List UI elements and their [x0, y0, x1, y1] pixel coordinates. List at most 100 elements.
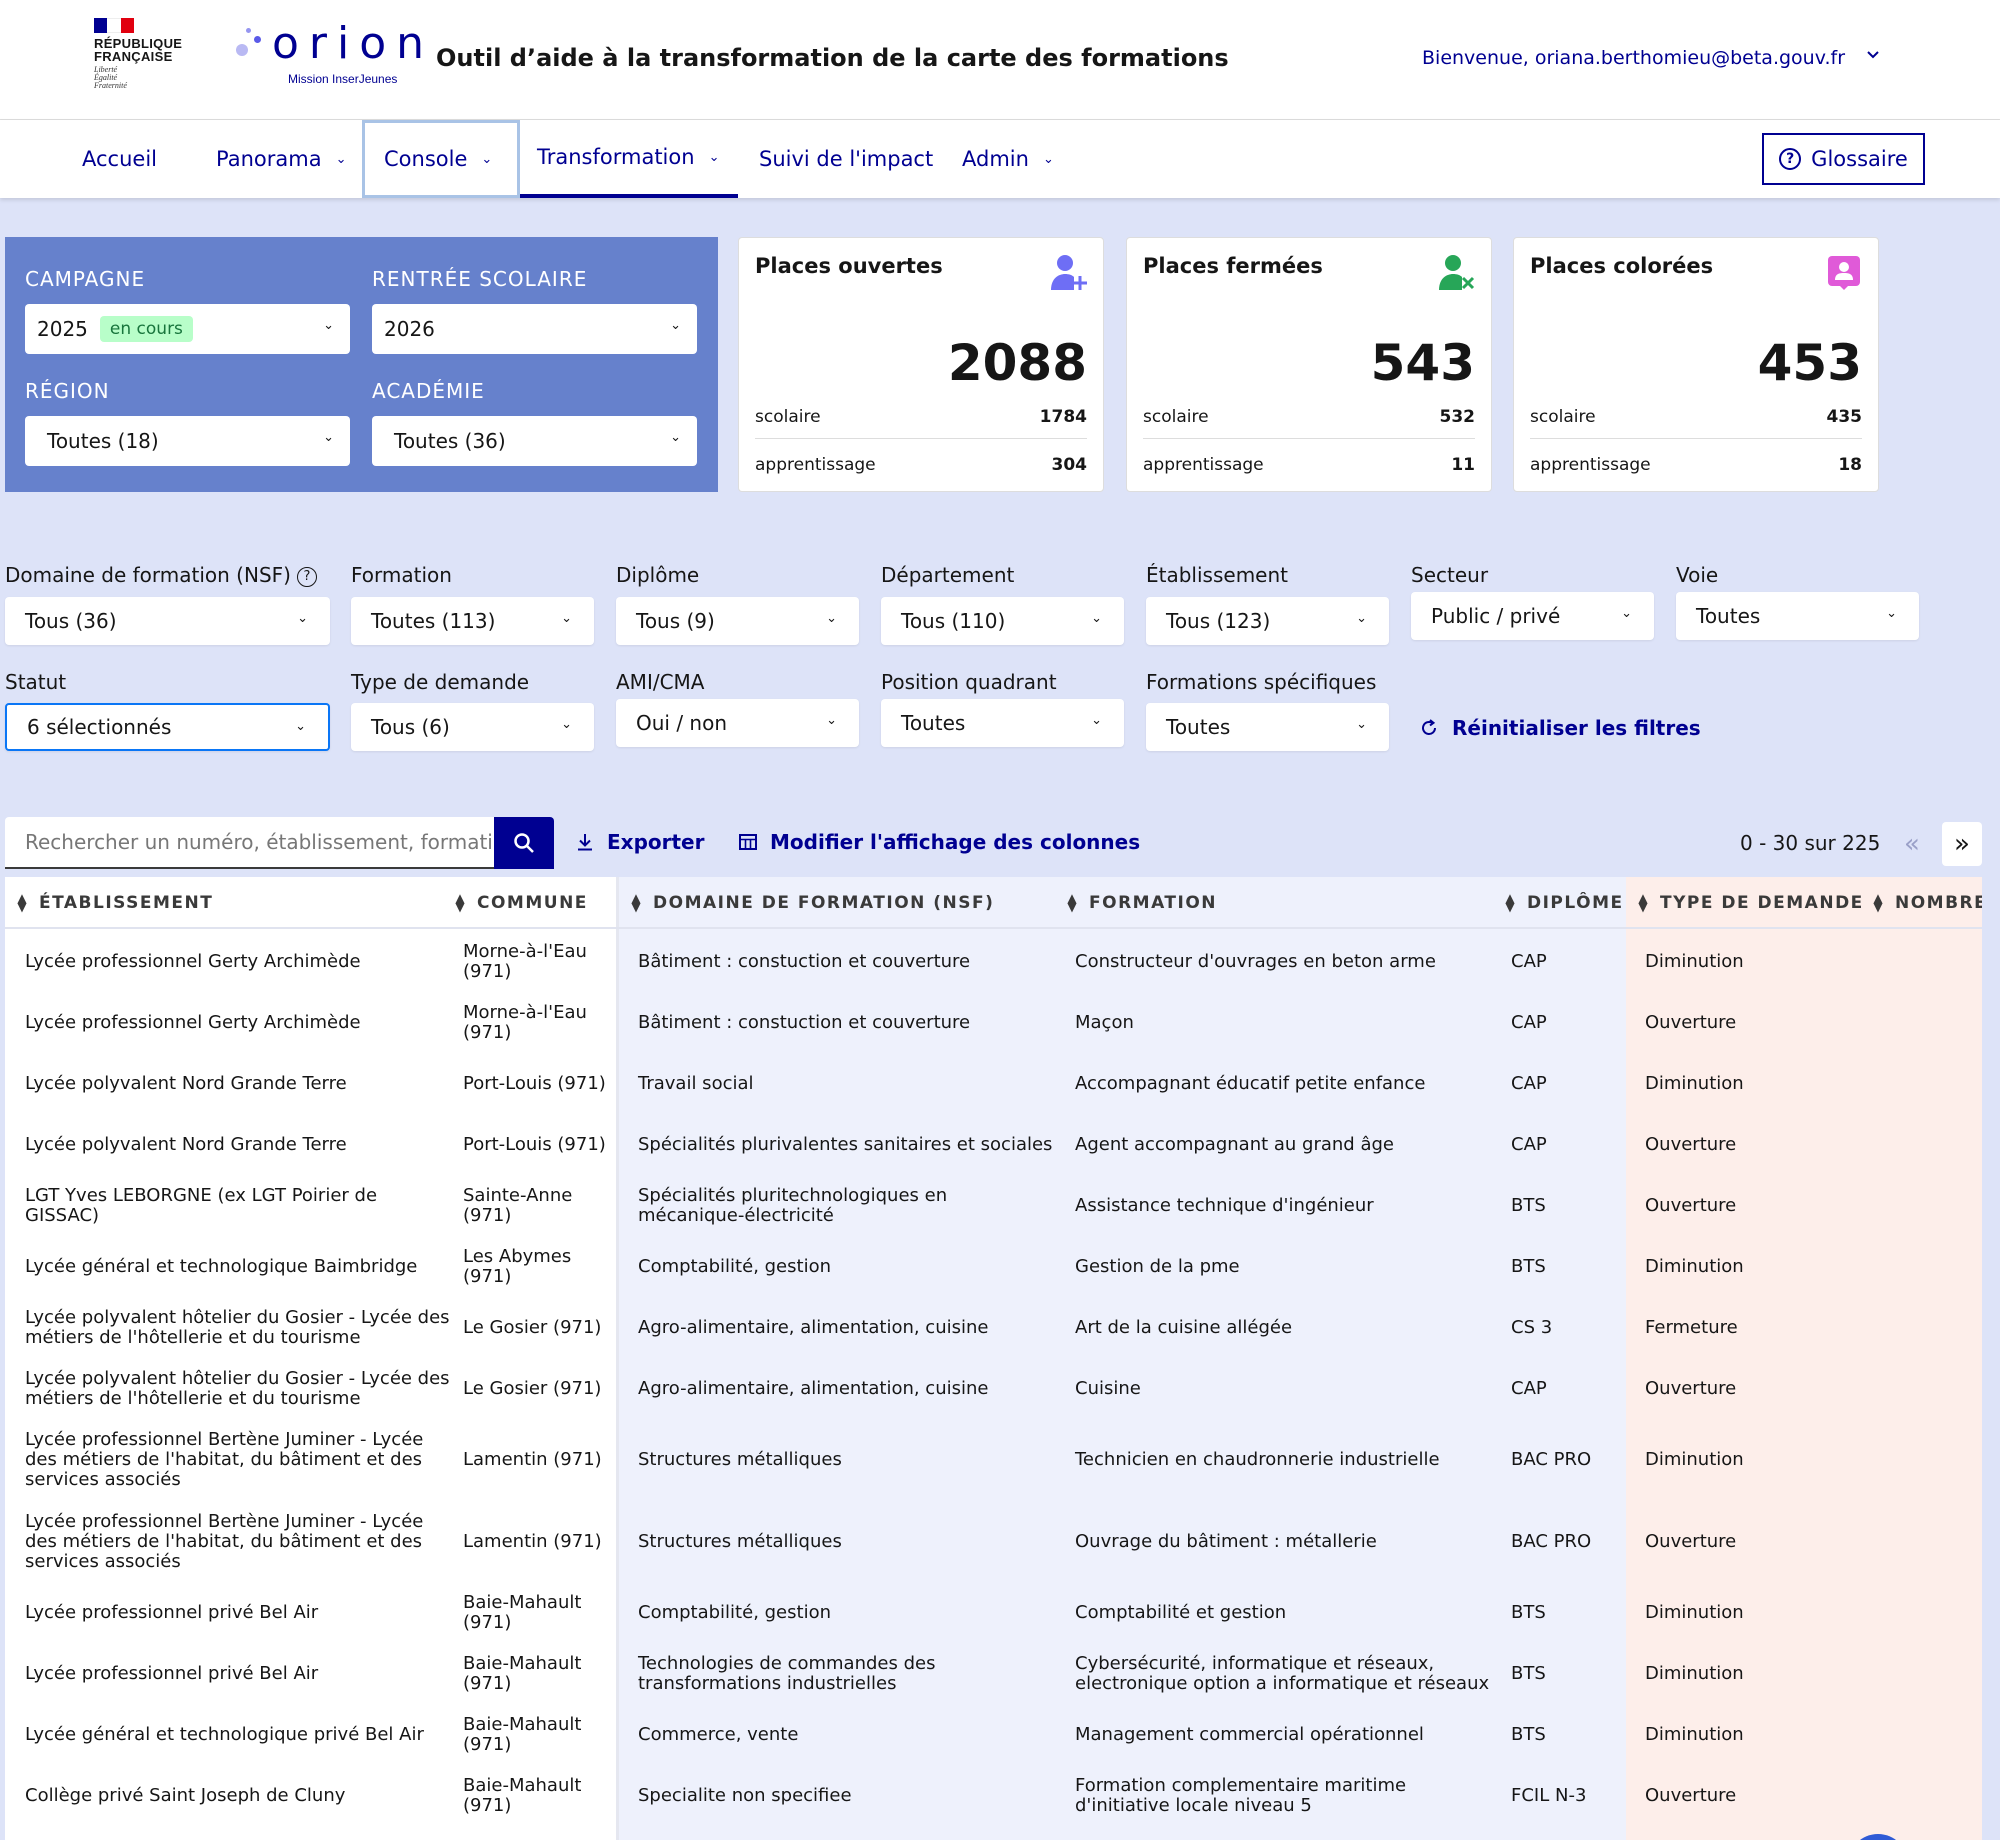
- cell-commune-line: Le Gosier (971): [463, 1378, 602, 1399]
- cell-formation: Maçon: [1075, 1013, 1134, 1033]
- column-header-type-demande[interactable]: ▲ ▼ TYPE DE DEMANDE: [1638, 877, 1864, 929]
- cell-etablissement: Collège privé Saint Joseph de Cluny: [25, 1786, 345, 1806]
- cell-commune-line: Morne-à-l'Eau: [463, 1002, 587, 1023]
- cell-commune: Morne-à-l'Eau (971): [463, 942, 587, 982]
- filter-specifiques-select[interactable]: Toutes ⌄: [1146, 703, 1389, 751]
- export-button[interactable]: Exporter: [575, 830, 704, 854]
- academie-select[interactable]: Toutes (36) ⌄: [372, 416, 697, 466]
- nav-transformation[interactable]: Transformation ⌄: [520, 120, 738, 198]
- filter-type-demande-select[interactable]: Tous (6) ⌄: [351, 703, 594, 751]
- cell-formation: Technicien en chaudronnerie industrielle: [1075, 1450, 1440, 1470]
- glossary-button[interactable]: ? Glossaire: [1762, 133, 1925, 185]
- cell-formation: Accompagnant éducatif petite enfance: [1075, 1074, 1425, 1094]
- cell-nsf: Technologies de commandes des transformat…: [638, 1654, 935, 1694]
- nav-label: Admin: [962, 147, 1029, 171]
- campagne-select[interactable]: 2025 en cours ⌄: [25, 304, 350, 354]
- nav-panorama[interactable]: Panorama ⌄: [216, 120, 346, 198]
- nav-accueil[interactable]: Accueil: [82, 120, 157, 198]
- filter-diplome-select[interactable]: Tous (9) ⌄: [616, 597, 859, 645]
- nav-suivi-impact[interactable]: Suivi de l'impact: [759, 120, 933, 198]
- kpi-card-places-fermees: Places fermées 543 scolaire 532 apprenti…: [1126, 237, 1492, 492]
- cell-formation-line: electronique option a informatique et ré…: [1075, 1673, 1490, 1694]
- cell-type-demande: Ouverture: [1645, 1135, 1736, 1155]
- column-header-nsf[interactable]: ▲ ▼ DOMAINE DE FORMATION (NSF): [631, 877, 994, 929]
- filter-quadrant-select[interactable]: Toutes ⌄: [881, 699, 1124, 747]
- filter-value: Toutes: [901, 711, 966, 735]
- edit-columns-button[interactable]: Modifier l'affichage des colonnes: [738, 830, 1140, 854]
- nav-admin[interactable]: Admin ⌄: [962, 120, 1054, 198]
- column-header-nombre[interactable]: ▲ ▼ NOMBRE: [1873, 877, 1982, 929]
- cell-etablissement: LGT Yves LEBORGNE (ex LGT Poirier de GISS…: [25, 1186, 377, 1226]
- filter-formation-select[interactable]: Toutes (113) ⌄: [351, 597, 594, 645]
- cell-nsf-line: transformations industrielles: [638, 1673, 897, 1694]
- glossary-label: Glossaire: [1811, 147, 1908, 171]
- cell-etablissement-line: LGT Yves LEBORGNE (ex LGT Poirier de: [25, 1185, 378, 1206]
- chevron-down-icon[interactable]: [1866, 47, 1880, 63]
- column-header-commune[interactable]: ▲ ▼ COMMUNE: [455, 877, 588, 929]
- double-chevron-left-icon: «: [1904, 829, 1920, 859]
- cell-diplome-line: BTS: [1511, 1663, 1546, 1684]
- question-icon[interactable]: ?: [296, 566, 317, 587]
- filter-nsf-select[interactable]: Tous (36) ⌄: [5, 597, 330, 645]
- column-header-etablissement[interactable]: ▲ ▼ ÉTABLISSEMENT: [17, 877, 213, 929]
- cell-type-demande-line: Ouverture: [1645, 1378, 1737, 1399]
- header: RÉPUBLIQUE FRANÇAISE Liberté Égalité Fra…: [0, 0, 2000, 120]
- cell-formation: Art de la cuisine allégée: [1075, 1318, 1292, 1338]
- filter-voie-select[interactable]: Toutes ⌄: [1676, 592, 1919, 640]
- cell-diplome: CAP: [1511, 1013, 1547, 1033]
- chevron-down-icon: ⌄: [1356, 611, 1367, 626]
- orion-logo[interactable]: orion Mission InserJeunes: [232, 18, 424, 92]
- cell-etablissement: Lycée professionnel Gerty Archimède: [25, 952, 361, 972]
- reset-filters-button[interactable]: Réinitialiser les filtres: [1420, 716, 1701, 740]
- rentree-select[interactable]: 2026 ⌄: [372, 304, 697, 354]
- column-header-label: DOMAINE DE FORMATION (NSF): [653, 893, 995, 913]
- cell-diplome: BTS: [1511, 1603, 1546, 1623]
- cell-type-demande-line: Diminution: [1645, 1256, 1744, 1277]
- filter-secteur-select[interactable]: Public / privé ⌄: [1411, 592, 1654, 640]
- filter-ami-cma-select[interactable]: Oui / non ⌄: [616, 699, 859, 747]
- cell-type-demande: Diminution: [1645, 1074, 1744, 1094]
- cell-nsf-line: mécanique-électricité: [638, 1205, 834, 1226]
- user-badge-icon: [1828, 256, 1860, 290]
- cell-type-demande: Diminution: [1645, 1257, 1744, 1277]
- chevron-down-icon: ⌄: [297, 611, 308, 626]
- cell-type-demande: Ouverture: [1645, 1013, 1736, 1033]
- kpi-row-value: 1784: [1039, 407, 1087, 427]
- filter-statut-select[interactable]: 6 sélectionnés ⌄: [5, 703, 330, 751]
- cell-type-demande: Diminution: [1645, 1603, 1744, 1623]
- kpi-row-label: apprentissage: [755, 455, 876, 475]
- cell-commune-line: Baie-Mahault: [463, 1653, 582, 1674]
- orion-wordmark: orion: [272, 18, 435, 69]
- region-select[interactable]: Toutes (18) ⌄: [25, 416, 350, 466]
- filter-departement-select[interactable]: Tous (110) ⌄: [881, 597, 1124, 645]
- cell-etablissement-line: Lycée polyvalent Nord Grande Terre: [25, 1134, 347, 1155]
- cell-nsf-line: Technologies de commandes des: [638, 1653, 936, 1674]
- cell-formation: Formation complementaire maritime d'initi…: [1075, 1776, 1406, 1816]
- campagne-value: 2025: [37, 317, 88, 341]
- cell-diplome: CAP: [1511, 1074, 1547, 1094]
- cell-etablissement-line: Lycée professionnel Bertène Juminer - Ly…: [25, 1429, 424, 1450]
- next-page-button[interactable]: »: [1942, 822, 1982, 866]
- cell-commune: Le Gosier (971): [463, 1379, 601, 1399]
- cell-commune: Lamentin (971): [463, 1532, 602, 1552]
- kpi-row-scolaire: scolaire 1784: [755, 394, 1087, 440]
- user-menu-button[interactable]: Bienvenue, oriana.berthomieu@beta.gouv.f…: [1422, 47, 1845, 69]
- filter-statut-label: Statut: [5, 670, 67, 694]
- column-header-formation[interactable]: ▲ ▼ FORMATION: [1067, 877, 1217, 929]
- sort-icon: ▲ ▼: [455, 891, 465, 914]
- cell-nsf-line: Spécialités pluritechnologiques en: [638, 1185, 948, 1206]
- previous-page-button[interactable]: «: [1892, 822, 1932, 866]
- cell-diplome-line: CAP: [1511, 1134, 1547, 1155]
- cell-type-demande: Ouverture: [1645, 1532, 1736, 1552]
- cell-etablissement-line: Lycée professionnel privé Bel Air: [25, 1602, 319, 1623]
- table-header: ▲ ▼ ÉTABLISSEMENT ▲ ▼ COMMUNE ▲ ▼ DOMAINE D…: [5, 877, 1982, 929]
- republique-francaise-logo[interactable]: RÉPUBLIQUE FRANÇAISE Liberté Égalité Fra…: [94, 18, 194, 90]
- search-input[interactable]: [25, 830, 495, 854]
- cell-etablissement-line: Collège privé Saint Joseph de Cluny: [25, 1785, 346, 1806]
- nav-console[interactable]: Console ⌄: [362, 120, 520, 198]
- cell-commune: Le Gosier (971): [463, 1318, 601, 1338]
- filter-etablissement-select[interactable]: Tous (123) ⌄: [1146, 597, 1389, 645]
- search-button[interactable]: [494, 817, 554, 869]
- column-header-diplome[interactable]: ▲ ▼ DIPLÔME: [1505, 877, 1624, 929]
- kpi-row-apprentissage: apprentissage 11: [1143, 442, 1475, 488]
